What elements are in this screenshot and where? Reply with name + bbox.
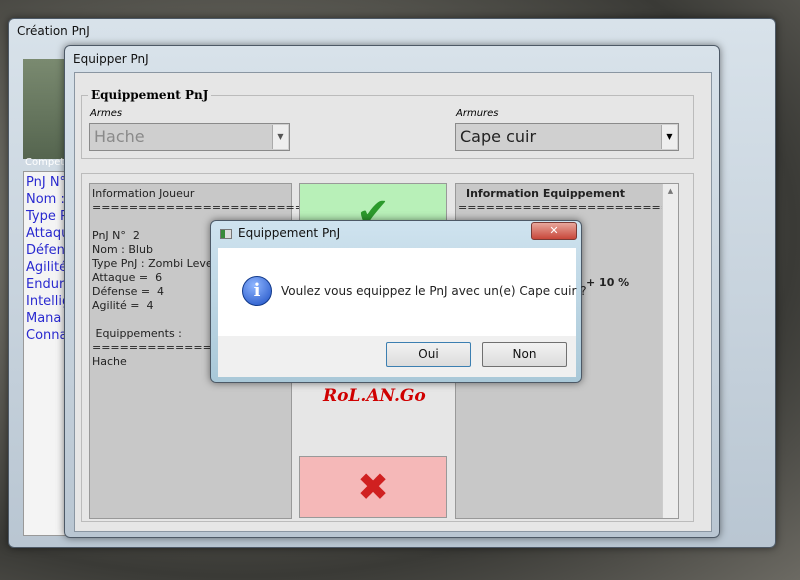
equip-info-bonus: + 10 %	[586, 276, 630, 289]
info-icon: i	[242, 276, 272, 306]
armes-label: Armes	[90, 108, 123, 119]
confirm-dialog: Equippement PnJ ✕ i Voulez vous equippez…	[210, 220, 587, 383]
armures-value: Cape cuir	[460, 127, 537, 146]
app-icon	[220, 229, 232, 239]
oui-button[interactable]: Oui	[386, 342, 471, 367]
dialog-title: Equippement PnJ	[238, 226, 341, 240]
dialog-message: Voulez vous equippez le PnJ avec un(e) C…	[281, 284, 587, 298]
group-title: Equippement PnJ	[91, 88, 209, 102]
armures-label: Armures	[456, 108, 499, 119]
armes-value: Hache	[94, 127, 145, 146]
logo: RoL.AN.Go	[323, 386, 426, 406]
non-button[interactable]: Non	[482, 342, 567, 367]
equip-info-title: Information Equippement	[466, 187, 626, 200]
armures-select[interactable]: Cape cuir ▼	[455, 123, 679, 151]
chevron-down-icon: ▼	[661, 125, 677, 149]
armes-select[interactable]: Hache ▼	[89, 123, 290, 151]
scrollbar[interactable]: ▲	[662, 184, 678, 518]
window-title: Equipper PnJ	[73, 52, 149, 66]
window-title: Création PnJ	[17, 24, 90, 38]
close-button[interactable]: ✕	[531, 222, 577, 240]
x-icon: ✖	[357, 465, 389, 509]
cancel-button[interactable]: ✖	[299, 456, 447, 518]
close-icon: ✕	[549, 224, 559, 237]
equip-info-separator: =======================	[458, 201, 670, 214]
dialog-body: i Voulez vous equippez le PnJ avec un(e)…	[218, 248, 587, 336]
chevron-down-icon: ▼	[272, 125, 288, 149]
